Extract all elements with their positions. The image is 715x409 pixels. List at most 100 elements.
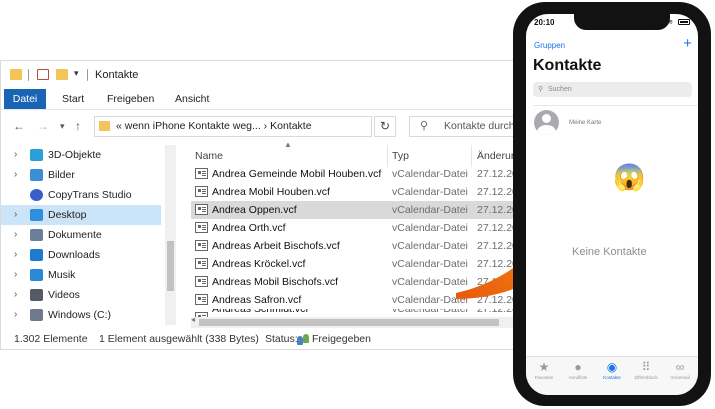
sort-ascending-icon: ▲ bbox=[284, 140, 292, 149]
file-type: vCalendar-Datei bbox=[392, 309, 468, 315]
tab-ansicht[interactable]: Ansicht bbox=[175, 89, 209, 109]
tab-label: Favoriten bbox=[534, 375, 554, 380]
selection-info: 1 Element ausgewählt (338 Bytes) bbox=[99, 333, 259, 345]
groups-link[interactable]: Gruppen bbox=[534, 41, 565, 50]
nav-item-windows-c[interactable]: › Windows (C:) bbox=[1, 305, 161, 325]
avatar[interactable] bbox=[534, 110, 559, 135]
search-icon: ⚲ bbox=[538, 86, 544, 93]
scroll-left-icon[interactable]: ◂ bbox=[191, 315, 195, 324]
copytrans-icon bbox=[30, 189, 43, 201]
new-folder-icon[interactable] bbox=[56, 69, 68, 80]
nav-item-copytrans-studio[interactable]: CopyTrans Studio bbox=[1, 185, 161, 205]
column-divider[interactable] bbox=[387, 145, 388, 167]
tab-start[interactable]: Start bbox=[62, 89, 84, 109]
nav-label: Bilder bbox=[48, 169, 75, 181]
chevron-right-icon[interactable]: › bbox=[14, 245, 17, 265]
phone-frame: 20:10 ▮▮ ≋ Gruppen + Kontakte ⚲ Suchen M… bbox=[513, 2, 711, 406]
nav-item-videos[interactable]: › Videos bbox=[1, 285, 161, 305]
status-time: 20:10 bbox=[534, 18, 555, 27]
search-input[interactable]: ⚲ Suchen bbox=[533, 82, 692, 97]
tab-favoriten[interactable]: ★ Favoriten bbox=[527, 360, 561, 380]
nav-item-downloads[interactable]: › Downloads bbox=[1, 245, 161, 265]
chevron-right-icon[interactable]: › bbox=[14, 225, 17, 245]
column-divider[interactable] bbox=[471, 145, 472, 167]
file-name: Andrea Gemeinde Mobil Houben.vcf bbox=[212, 168, 382, 180]
address-bar[interactable]: « wenn iPhone Kontakte weg... › Kontakte bbox=[94, 116, 372, 137]
nav-label: Dokumente bbox=[48, 229, 102, 241]
properties-icon[interactable] bbox=[37, 69, 49, 80]
file-date: 27.12.20 bbox=[477, 309, 515, 315]
plus-icon[interactable]: + bbox=[683, 35, 692, 52]
nav-scrollbar[interactable] bbox=[165, 145, 176, 325]
chevron-right-icon[interactable]: › bbox=[14, 305, 17, 325]
vcard-file-icon bbox=[195, 276, 208, 287]
forward-button[interactable]: → bbox=[37, 119, 49, 133]
divider bbox=[28, 69, 29, 81]
vcard-file-icon bbox=[195, 240, 208, 251]
status-bar: 1.302 Elemente 1 Element ausgewählt (338… bbox=[1, 327, 514, 349]
tab-datei[interactable]: Datei bbox=[4, 89, 46, 109]
address-path: « wenn iPhone Kontakte weg... › Kontakte bbox=[116, 120, 312, 132]
file-name: Andreas Kröckel.vcf bbox=[212, 258, 306, 270]
tab-label: Ziffernblock bbox=[634, 375, 658, 380]
iphone-mockup: 20:10 ▮▮ ≋ Gruppen + Kontakte ⚲ Suchen M… bbox=[511, 0, 715, 409]
my-card-label[interactable]: Meine Karte bbox=[569, 120, 601, 126]
file-name: Andrea Oppen.vcf bbox=[212, 204, 297, 216]
column-header-date[interactable]: Änderun bbox=[477, 147, 514, 165]
nav-label: 3D-Objekte bbox=[48, 149, 102, 161]
nav-item-musik[interactable]: › Musik bbox=[1, 265, 161, 285]
voicemail-icon: ∞ bbox=[675, 360, 685, 374]
tab-anrufliste[interactable]: ● Anrufliste bbox=[561, 360, 595, 380]
tab-kontakte[interactable]: ◉ Kontakte bbox=[595, 360, 629, 380]
star-icon: ★ bbox=[538, 360, 550, 374]
back-button[interactable]: ← bbox=[13, 119, 25, 133]
status-label: Status: bbox=[265, 333, 298, 345]
chevron-right-icon[interactable]: › bbox=[14, 265, 17, 285]
tab-label: Voicemail bbox=[670, 375, 690, 380]
search-input[interactable]: ⚲ Kontakte durch bbox=[409, 116, 514, 137]
customize-toolbar-icon[interactable]: ▾ bbox=[74, 68, 86, 79]
nav-label: CopyTrans Studio bbox=[48, 189, 132, 201]
chevron-right-icon[interactable]: › bbox=[14, 285, 17, 305]
vcard-file-icon bbox=[195, 168, 208, 179]
tab-label: Anrufliste bbox=[568, 375, 588, 380]
divider bbox=[533, 105, 698, 106]
file-row[interactable]: Andreas Schmidt.vcf vCalendar-Datei 27.1… bbox=[191, 309, 515, 317]
cube-icon bbox=[30, 149, 43, 161]
refresh-button[interactable]: ↻ bbox=[374, 116, 396, 137]
shared-users-icon bbox=[297, 334, 311, 345]
chevron-right-icon[interactable]: › bbox=[14, 205, 17, 225]
item-count: 1.302 Elemente bbox=[14, 333, 88, 345]
tab-freigeben[interactable]: Freigeben bbox=[107, 89, 154, 109]
avatar-head bbox=[542, 114, 551, 123]
vcard-file-icon bbox=[195, 258, 208, 269]
nav-item-desktop[interactable]: › Desktop bbox=[1, 205, 161, 225]
window-title: Kontakte bbox=[95, 69, 139, 81]
tab-voicemail[interactable]: ∞ Voicemail bbox=[663, 360, 697, 380]
navigation-pane: › 3D-Objekte › Bilder CopyTrans Studio ›… bbox=[1, 145, 176, 325]
nav-label: Windows (C:) bbox=[48, 309, 112, 321]
column-header-type[interactable]: Typ bbox=[392, 147, 409, 165]
person-icon: ◉ bbox=[606, 360, 618, 374]
file-name: Andreas Schmidt.vcf bbox=[212, 309, 309, 315]
scrollbar-thumb[interactable] bbox=[167, 241, 174, 291]
nav-item-bilder[interactable]: › Bilder bbox=[1, 165, 161, 185]
download-icon bbox=[30, 249, 43, 261]
scrollbar-thumb[interactable] bbox=[199, 319, 499, 326]
column-header-name[interactable]: Name bbox=[195, 147, 223, 165]
up-button[interactable]: ↑ bbox=[75, 119, 81, 133]
file-name: Andreas Arbeit Bischofs.vcf bbox=[212, 240, 340, 252]
nav-item-3d-objekte[interactable]: › 3D-Objekte bbox=[1, 145, 161, 165]
recent-locations-button[interactable]: ▾ bbox=[60, 121, 65, 132]
page-title: Kontakte bbox=[533, 57, 602, 74]
nav-item-dokumente[interactable]: › Dokumente bbox=[1, 225, 161, 245]
tab-ziffernblock[interactable]: ⠿ Ziffernblock bbox=[629, 360, 663, 380]
keypad-icon: ⠿ bbox=[641, 360, 651, 374]
vcard-file-icon bbox=[195, 186, 208, 197]
tab-bar: ★ Favoriten ● Anrufliste ◉ Kontakte ⠿ Zi… bbox=[526, 356, 698, 395]
chevron-right-icon[interactable]: › bbox=[14, 165, 17, 185]
desktop-icon bbox=[30, 209, 43, 221]
chevron-right-icon[interactable]: › bbox=[14, 145, 17, 165]
pictures-icon bbox=[30, 169, 43, 181]
music-icon bbox=[30, 269, 43, 281]
